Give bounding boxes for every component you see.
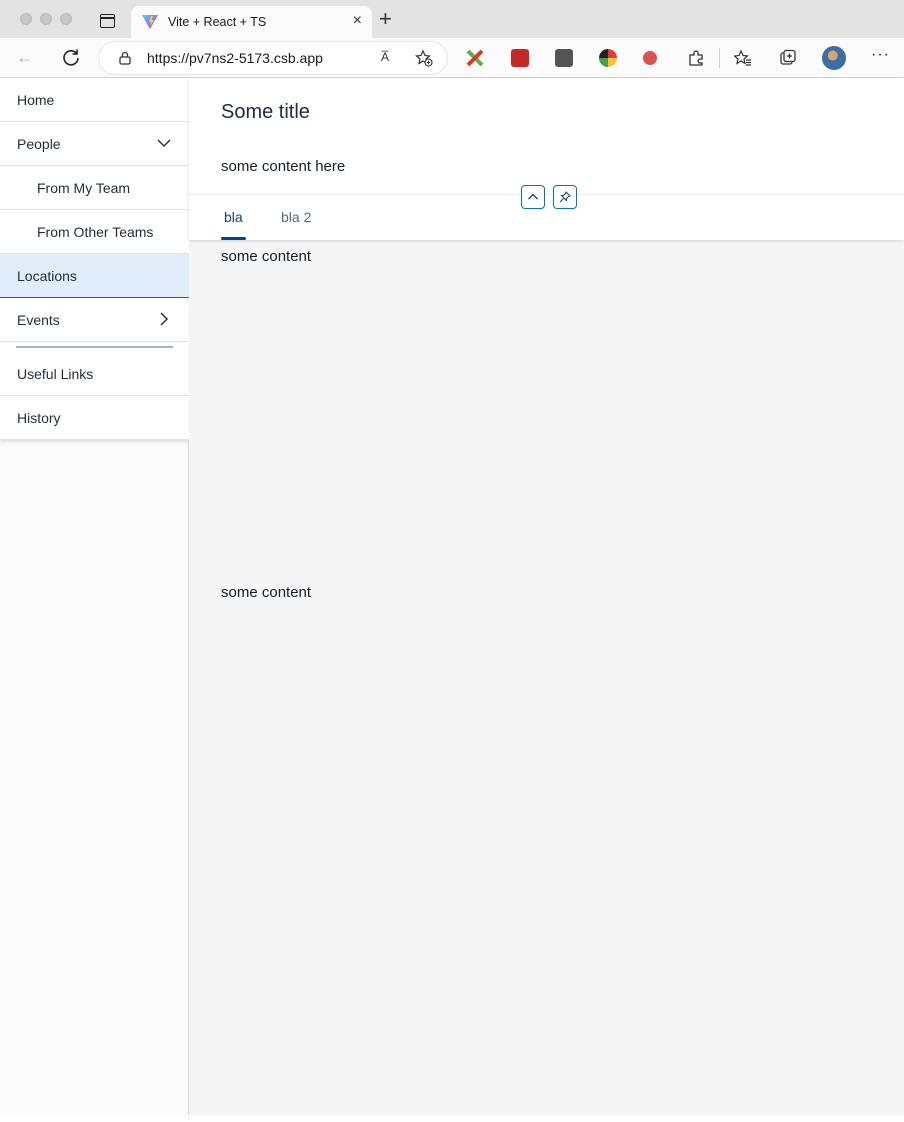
more-options-icon[interactable]: ··· (871, 46, 890, 64)
tab-actions-icon[interactable] (100, 14, 115, 28)
page-title: Some title (221, 101, 310, 123)
extension-x-icon[interactable] (466, 49, 484, 67)
sidebar-item-label: Useful Links (17, 365, 94, 382)
app-root: Home People From My Team From Other Team… (0, 78, 904, 1122)
tab-title: Vite + React + TS (168, 15, 267, 29)
sidebar-item-label: From Other Teams (37, 223, 154, 240)
sidebar-item-label: Home (17, 91, 55, 108)
sidebar-item-from-other-teams[interactable]: From Other Teams (0, 210, 189, 254)
sidebar-item-from-my-team[interactable]: From My Team (0, 166, 189, 210)
browser-toolbar: ← https://pv7ns2-5173.csb.app A̅ ··· (0, 38, 904, 78)
browser-tab-bar: Vite + React + TS × + (0, 0, 904, 38)
profile-avatar[interactable] (822, 46, 846, 70)
collections-icon[interactable] (779, 49, 797, 67)
toolbar-separator (719, 48, 720, 68)
back-arrow-icon[interactable]: ← (16, 47, 34, 68)
extension-color-wheel-icon[interactable] (599, 49, 617, 67)
read-aloud-icon[interactable]: A̅ (381, 50, 389, 64)
section-content-1: some content (221, 248, 312, 265)
close-window-button[interactable] (20, 13, 32, 25)
reload-icon[interactable] (61, 47, 81, 67)
new-tab-icon[interactable]: + (379, 8, 392, 30)
separator-line (16, 346, 173, 348)
sidebar-item-people[interactable]: People (0, 122, 189, 166)
tab-bar: bla bla 2 (189, 202, 904, 240)
extensions-puzzle-icon[interactable] (687, 49, 705, 67)
side-navigation: Home People From My Team From Other Team… (0, 78, 189, 1115)
extension-dark-icon[interactable] (555, 49, 573, 67)
browser-tab[interactable]: Vite + React + TS × (131, 6, 372, 38)
sidebar-item-useful-links[interactable]: Useful Links (0, 352, 189, 396)
lock-icon[interactable] (119, 51, 131, 65)
add-favorite-icon[interactable] (415, 49, 433, 67)
chevron-right-icon[interactable] (157, 312, 171, 326)
chevron-down-icon[interactable] (157, 136, 171, 150)
sidebar-item-locations[interactable]: Locations (0, 254, 189, 298)
extension-badge-icon[interactable] (643, 51, 657, 65)
close-tab-icon[interactable]: × (353, 12, 362, 30)
sidebar-item-label: History (17, 409, 61, 426)
sidebar-item-history[interactable]: History (0, 396, 189, 440)
object-page-header: Some title some content here bla bla 2 (189, 78, 904, 240)
sidebar-item-label: From My Team (37, 179, 131, 196)
sidebar-item-home[interactable]: Home (0, 78, 189, 122)
section-content-2: some content (221, 584, 312, 601)
sidebar-item-events[interactable]: Events (0, 298, 189, 342)
sidebar-item-label: Locations (17, 267, 77, 284)
extension-red-icon[interactable] (511, 49, 529, 67)
header-content: some content here (221, 158, 346, 175)
tab-bla-2[interactable]: bla 2 (281, 209, 311, 225)
header-divider (189, 194, 904, 195)
sidebar-item-label: Events (17, 311, 60, 328)
sidebar-item-label: People (17, 135, 61, 152)
side-navigation-list: Home People From My Team From Other Team… (0, 78, 189, 440)
maximize-window-button[interactable] (60, 13, 72, 25)
minimize-window-button[interactable] (40, 13, 52, 25)
tab-bla[interactable]: bla (224, 209, 243, 225)
main-content: Some title some content here bla bla 2 s… (189, 78, 904, 1115)
sidebar-separator (0, 342, 189, 352)
active-tab-indicator (221, 237, 246, 240)
vite-logo-icon (142, 15, 158, 29)
url-text[interactable]: https://pv7ns2-5173.csb.app (147, 50, 323, 66)
favorites-icon[interactable] (734, 49, 752, 67)
address-bar[interactable]: https://pv7ns2-5173.csb.app A̅ (99, 42, 447, 74)
